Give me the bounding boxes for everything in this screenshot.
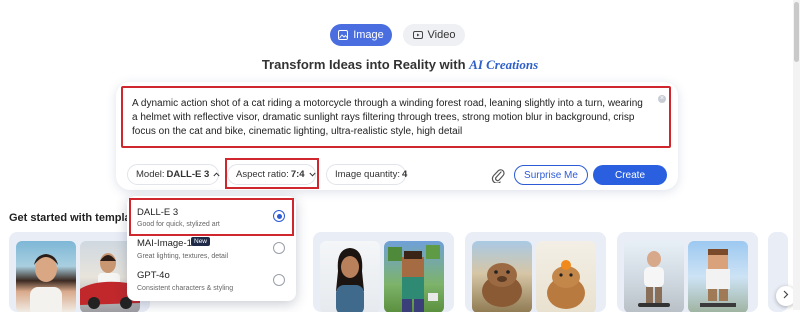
- page-title-brand: AI Creations: [469, 57, 539, 72]
- create-button[interactable]: Create: [593, 165, 667, 185]
- option-description: Consistent characters & styling: [137, 285, 234, 292]
- model-selector[interactable]: Model: DALL-E 3: [127, 164, 220, 185]
- chevron-right-icon: [783, 290, 789, 302]
- clear-prompt-icon[interactable]: ×: [658, 95, 666, 103]
- radio-gpt-4o[interactable]: [273, 274, 285, 286]
- template-card[interactable]: [313, 232, 454, 312]
- chevron-up-icon: [213, 169, 220, 180]
- option-name[interactable]: GPT-4o: [137, 270, 170, 281]
- template-card[interactable]: [617, 232, 758, 312]
- image-icon: [338, 30, 349, 40]
- quantity-label: Image quantity:: [335, 169, 400, 180]
- aspect-ratio-highlight: [225, 158, 319, 189]
- prompt-input[interactable]: A dynamic action shot of a cat riding a …: [121, 86, 671, 148]
- option-name[interactable]: MAI-Image-1: [137, 238, 192, 249]
- model-value: DALL-E 3: [166, 169, 210, 180]
- template-thumbnail: [472, 241, 532, 312]
- templates-heading: Get started with templates: [9, 212, 147, 224]
- template-thumbnail: [16, 241, 76, 312]
- radio-mai-image-1[interactable]: [273, 242, 285, 254]
- page-title-text: Transform Ideas into Reality with: [261, 57, 470, 72]
- template-thumbnail: [624, 241, 684, 312]
- scrollbar-thumb[interactable]: [794, 2, 799, 62]
- template-thumbnail: [320, 241, 380, 312]
- template-thumbnail: [536, 241, 596, 312]
- tab-image[interactable]: Image: [330, 24, 392, 46]
- paperclip-icon[interactable]: [491, 167, 505, 188]
- surprise-me-button[interactable]: Surprise Me: [514, 165, 588, 185]
- page-title: Transform Ideas into Reality with AI Cre…: [0, 57, 800, 73]
- dalle-option-highlight: [129, 198, 294, 236]
- image-quantity-selector[interactable]: Image quantity: 4: [326, 164, 408, 185]
- tab-image-label: Image: [353, 29, 384, 41]
- template-thumbnail: [384, 241, 444, 312]
- new-badge: New: [191, 237, 211, 246]
- tab-video[interactable]: Video: [403, 24, 465, 46]
- quantity-value: 4: [401, 169, 408, 180]
- model-label: Model:: [136, 169, 165, 180]
- option-description: Great lighting, textures, detail: [137, 253, 229, 260]
- template-card[interactable]: [465, 232, 606, 312]
- tab-video-label: Video: [427, 29, 456, 41]
- video-icon: [412, 30, 423, 40]
- prompt-text: A dynamic action shot of a cat riding a …: [132, 98, 643, 137]
- template-thumbnail: [688, 241, 748, 312]
